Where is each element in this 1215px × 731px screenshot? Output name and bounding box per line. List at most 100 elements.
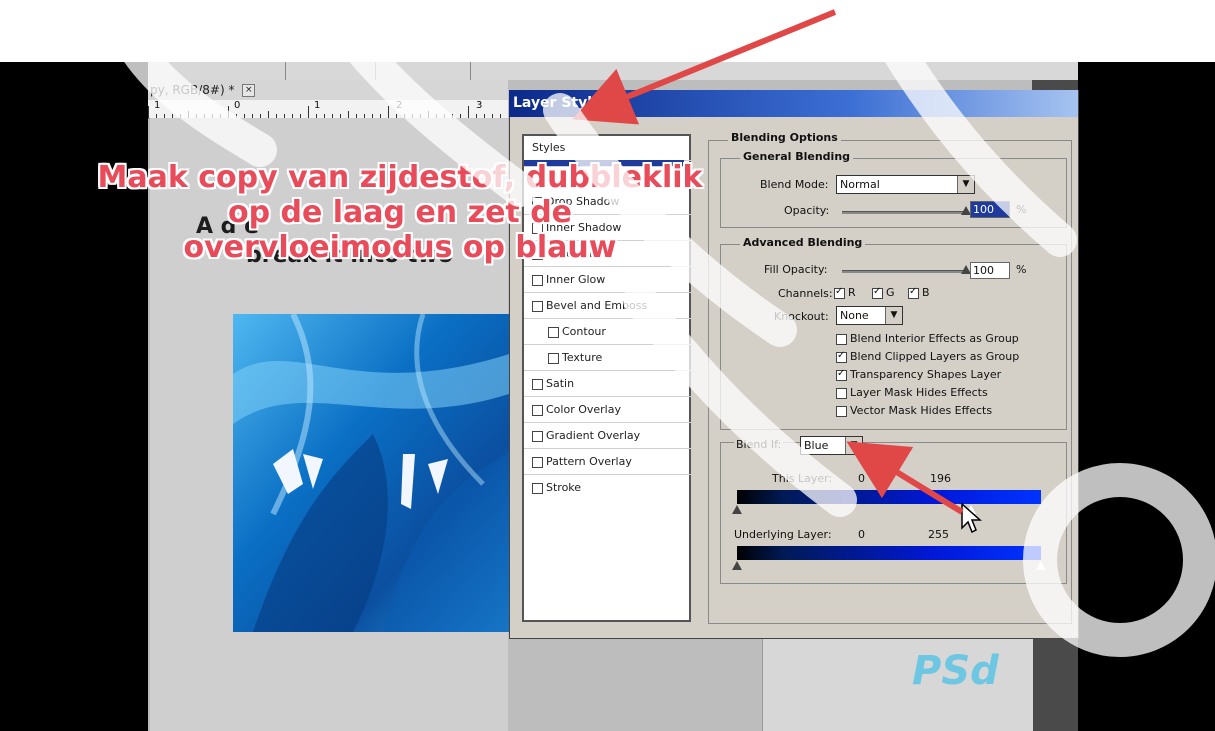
fill-opacity-label: Fill Opacity: xyxy=(764,263,828,276)
ruler-tick xyxy=(188,111,189,118)
option-label: Transparency Shapes Layer xyxy=(850,368,1002,381)
channel-r[interactable]: R xyxy=(834,286,856,299)
blending-options-title: Blending Options xyxy=(728,131,841,144)
ruler-label: 1 xyxy=(154,100,161,111)
toolbar-cell[interactable] xyxy=(375,62,471,80)
channel-g[interactable]: G xyxy=(872,286,895,299)
checkbox-checked[interactable] xyxy=(836,350,847,363)
ruler-label: 1 xyxy=(314,100,321,111)
knockout-label: Knockout: xyxy=(774,310,829,323)
fill-opacity-value: 100 xyxy=(973,264,994,277)
style-item-pattern-overlay[interactable]: Pattern Overlay xyxy=(524,450,692,475)
underlying-layer-max-handle[interactable] xyxy=(1036,561,1046,570)
toolbar-cell[interactable] xyxy=(190,62,286,80)
opacity-unit: % xyxy=(1016,203,1027,216)
checkbox[interactable] xyxy=(532,274,543,286)
style-item-label: Contour xyxy=(562,325,606,338)
underlying-layer-min-handle[interactable] xyxy=(732,561,742,570)
option-transparency-shapes[interactable]: Transparency Shapes Layer xyxy=(836,368,1001,381)
style-item-stroke[interactable]: Stroke xyxy=(524,476,692,500)
opacity-value: 100 xyxy=(973,203,994,216)
opacity-label: Opacity: xyxy=(784,204,830,217)
style-item-label: Color Overlay xyxy=(546,403,621,416)
checkbox[interactable] xyxy=(532,378,543,390)
checkbox[interactable] xyxy=(836,333,847,345)
blend-if-select[interactable]: Blue ▼ xyxy=(800,436,863,455)
channel-b[interactable]: B xyxy=(908,286,930,299)
ruler-tick xyxy=(308,106,309,118)
style-item-label: Satin xyxy=(546,377,575,390)
checkbox[interactable] xyxy=(532,482,543,494)
chevron-down-icon: ▼ xyxy=(885,307,902,324)
styles-header-label: Styles xyxy=(532,141,566,154)
ruler-tick xyxy=(148,106,149,118)
checkbox[interactable] xyxy=(836,387,847,399)
knockout-select[interactable]: None ▼ xyxy=(836,306,903,325)
style-item-label: Texture xyxy=(562,351,603,364)
document-tab[interactable]: py, RGB/8#) * × xyxy=(148,80,508,100)
fill-opacity-input[interactable]: 100 xyxy=(970,262,1010,279)
this-layer-label: This Layer: xyxy=(772,472,833,485)
style-item-label: Stroke xyxy=(546,481,582,494)
ruler-tick xyxy=(348,111,349,118)
chevron-down-icon: ▼ xyxy=(957,176,974,193)
style-item-contour[interactable]: Contour xyxy=(524,320,692,345)
checkbox[interactable] xyxy=(532,300,543,312)
close-icon[interactable]: × xyxy=(242,84,256,97)
this-layer-min: 0 xyxy=(858,472,865,485)
tutorial-caption: Maak copy van zijdestof, dubbleklik op d… xyxy=(60,160,740,265)
silk-fabric-graphic xyxy=(233,314,509,632)
style-item-gradient-overlay[interactable]: Gradient Overlay xyxy=(524,424,692,449)
ruler-tick xyxy=(228,106,229,118)
this-layer-min-handle[interactable] xyxy=(732,505,742,514)
option-layer-mask-hides[interactable]: Layer Mask Hides Effects xyxy=(836,386,988,399)
dialog-title-bar[interactable]: Layer Style xyxy=(509,90,1078,117)
toolbar-cell[interactable] xyxy=(285,62,376,80)
checkbox[interactable] xyxy=(532,456,543,468)
checkbox[interactable] xyxy=(548,326,559,338)
blend-mode-label: Blend Mode: xyxy=(760,178,829,191)
ruler-label: 0 xyxy=(234,100,241,111)
checkbox-checked[interactable] xyxy=(834,286,845,299)
option-blend-clipped[interactable]: Blend Clipped Layers as Group xyxy=(836,350,1019,363)
blend-mode-select[interactable]: Normal ▼ xyxy=(836,175,975,194)
styles-header[interactable]: Styles xyxy=(524,136,692,161)
opacity-slider[interactable] xyxy=(842,211,966,214)
style-item-color-overlay[interactable]: Color Overlay xyxy=(524,398,692,423)
silk-fabric-image xyxy=(233,314,509,632)
option-label: Layer Mask Hides Effects xyxy=(850,386,988,399)
opacity-input[interactable]: 100 xyxy=(970,201,1010,218)
general-blending-title: General Blending xyxy=(740,150,854,163)
checkbox-checked[interactable] xyxy=(872,286,883,299)
caption-line3: overvloeimodus op blauw xyxy=(183,230,617,265)
ruler-tick xyxy=(428,111,429,118)
chevron-down-icon: ▼ xyxy=(845,437,862,454)
option-label: Blend Interior Effects as Group xyxy=(850,332,1019,345)
option-blend-interior[interactable]: Blend Interior Effects as Group xyxy=(836,332,1019,345)
style-item-inner-glow[interactable]: Inner Glow xyxy=(524,268,692,293)
mouse-cursor-icon xyxy=(961,502,982,534)
horizontal-ruler: 1 0 1 2 3 xyxy=(148,100,508,119)
caption-line1: Maak copy van zijdestof, dubbleklik xyxy=(97,160,703,195)
this-layer-gradient-bar[interactable] xyxy=(737,490,1041,504)
option-label: Vector Mask Hides Effects xyxy=(850,404,993,417)
style-item-texture[interactable]: Texture xyxy=(524,346,692,371)
fill-opacity-slider[interactable] xyxy=(842,270,966,273)
fill-opacity-unit: % xyxy=(1016,263,1027,276)
underlying-layer-gradient-bar[interactable] xyxy=(737,546,1041,560)
checkbox[interactable] xyxy=(548,352,559,364)
checkbox[interactable] xyxy=(532,404,543,416)
style-item-label: Gradient Overlay xyxy=(546,429,641,442)
option-vector-mask-hides[interactable]: Vector Mask Hides Effects xyxy=(836,404,992,417)
style-item-satin[interactable]: Satin xyxy=(524,372,692,397)
ruler-label: 2 xyxy=(396,100,403,111)
checkbox[interactable] xyxy=(532,430,543,442)
style-item-label: Bevel and Emboss xyxy=(546,299,648,312)
blend-if-group xyxy=(720,442,1067,584)
checkbox[interactable] xyxy=(836,405,847,417)
checkbox-checked[interactable] xyxy=(908,286,919,299)
style-item-bevel-emboss[interactable]: Bevel and Emboss xyxy=(524,294,692,319)
dialog-title: Layer Style xyxy=(513,95,602,111)
checkbox-checked[interactable] xyxy=(836,368,847,381)
this-layer-max: 196 xyxy=(930,472,951,485)
